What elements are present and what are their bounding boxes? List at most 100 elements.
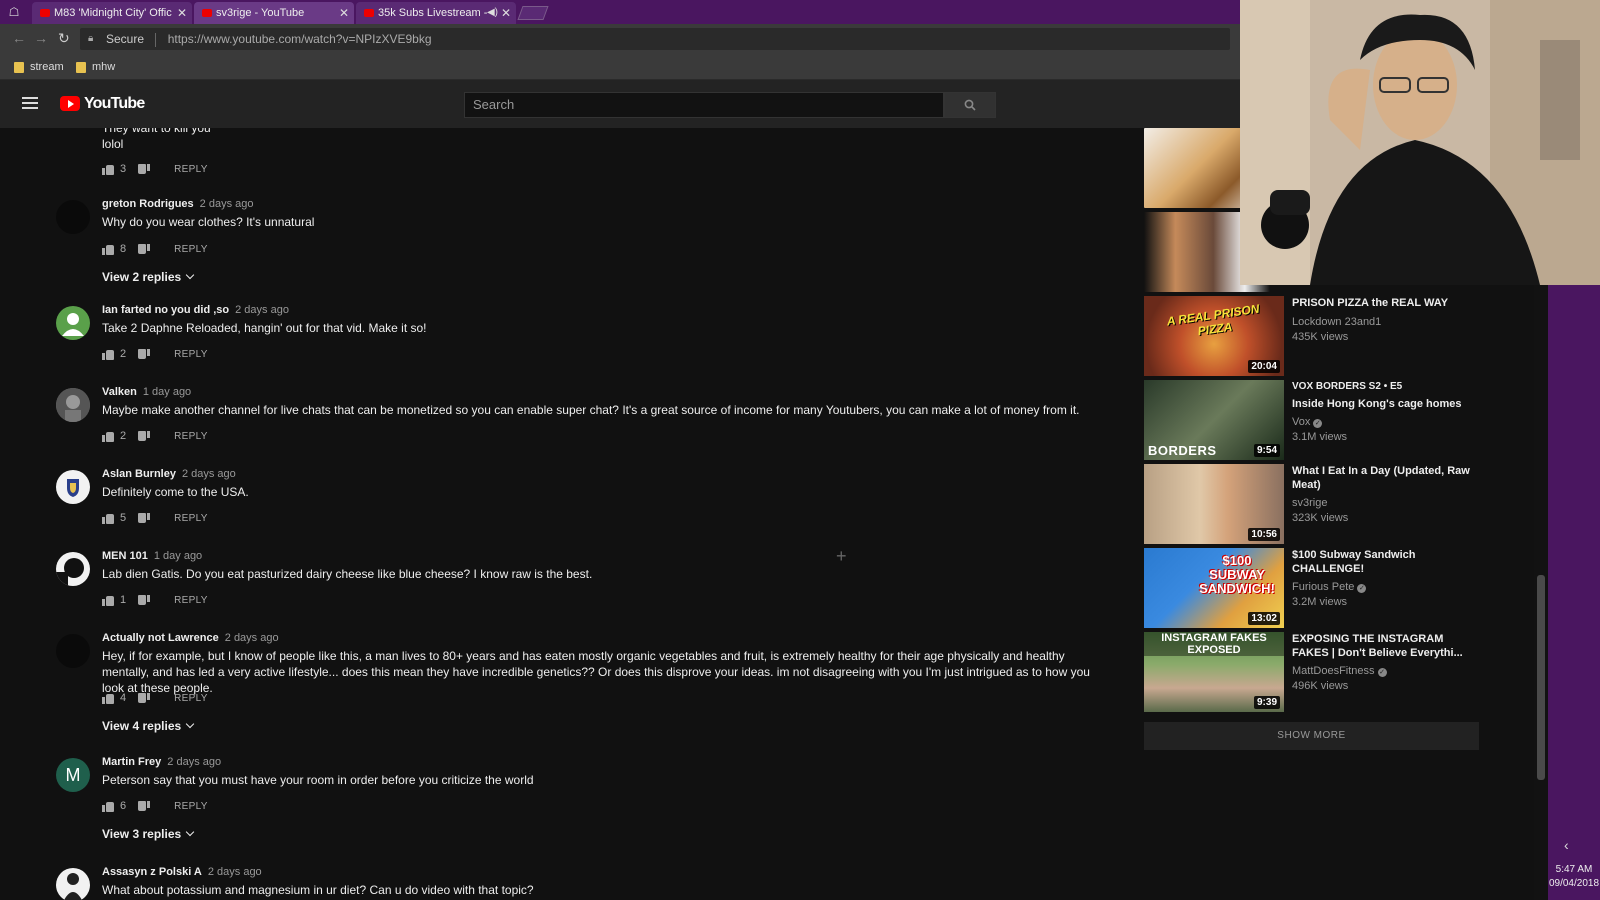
comment-time[interactable]: 2 days ago (167, 756, 221, 768)
comment-text: Definitely come to the USA. (102, 485, 249, 499)
thumbs-down-icon[interactable] (138, 801, 150, 812)
thumbs-up-icon[interactable] (102, 431, 114, 442)
avatar[interactable] (56, 470, 90, 504)
reply-button[interactable]: REPLY (174, 693, 208, 704)
tab-m83[interactable]: M83 'Midnight City' Offic ✕ (32, 2, 192, 24)
clock-date: 09/04/2018 (1548, 878, 1600, 889)
close-tab-icon[interactable]: ✕ (177, 2, 187, 24)
comment-author[interactable]: Valken (102, 386, 137, 398)
comment-author[interactable]: MEN 101 (102, 550, 148, 562)
tab-livestream[interactable]: 35k Subs Livestream - ◀) ✕ (356, 2, 516, 24)
reply-button[interactable]: REPLY (174, 244, 208, 255)
comment-author[interactable]: Actually not Lawrence (102, 632, 219, 644)
scrollbar-thumb[interactable] (1537, 575, 1545, 780)
search-input[interactable]: Search (464, 92, 944, 118)
avatar[interactable] (56, 868, 90, 900)
comment-time[interactable]: 2 days ago (235, 304, 289, 316)
comment-time[interactable]: 1 day ago (143, 386, 191, 398)
system-clock[interactable]: 5:47 AM 09/04/2018 (1548, 863, 1600, 891)
search-button[interactable] (944, 92, 996, 118)
comment-author[interactable]: greton Rodrigues (102, 198, 194, 210)
thumbs-down-icon[interactable] (138, 595, 150, 606)
menu-icon[interactable] (22, 97, 38, 109)
comment-author[interactable]: Aslan Burnley (102, 468, 176, 480)
thumbs-down-icon[interactable] (138, 693, 150, 704)
reply-button[interactable]: REPLY (174, 513, 208, 524)
reply-button[interactable]: REPLY (174, 595, 208, 606)
related-video-item[interactable]: INSTAGRAM FAKES EXPOSED 9:39 EXPOSING TH… (1144, 632, 1544, 712)
chevron-left-icon[interactable]: ‹ (1564, 837, 1569, 853)
comment-author[interactable]: Martin Frey (102, 756, 161, 768)
thumbs-up-icon[interactable] (102, 513, 114, 524)
comment-time[interactable]: 2 days ago (225, 632, 279, 644)
thumbs-down-icon[interactable] (138, 349, 150, 360)
video-thumbnail[interactable]: BORDERS 9:54 (1144, 380, 1284, 460)
video-channel[interactable]: Vox (1292, 416, 1310, 428)
show-more-button[interactable]: SHOW MORE (1144, 722, 1479, 750)
comment-author[interactable]: Ian farted no you did ,so (102, 304, 229, 316)
related-video-item[interactable]: A REAL PRISON PIZZA 20:04 PRISON PIZZA t… (1144, 296, 1544, 376)
reply-button[interactable]: REPLY (174, 801, 208, 812)
avatar[interactable] (56, 306, 90, 340)
thumbs-up-icon[interactable] (102, 801, 114, 812)
tab-sv3rige[interactable]: sv3rige - YouTube ✕ (194, 2, 354, 24)
video-channel-row[interactable]: Furious Pete ✓ (1292, 581, 1367, 593)
video-channel[interactable]: Lockdown 23and1 (1292, 316, 1381, 328)
verified-icon: ✓ (1377, 668, 1387, 677)
avatar[interactable]: M (56, 758, 90, 792)
video-channel-row[interactable]: MattDoesFitness ✓ (1292, 665, 1387, 677)
thumbs-down-icon[interactable] (138, 244, 150, 255)
view-replies-button[interactable]: View 2 replies (102, 270, 195, 284)
avatar[interactable] (56, 388, 90, 422)
forward-arrow-icon[interactable]: → (34, 30, 48, 46)
incognito-icon: ☖ (8, 5, 20, 19)
back-arrow-icon[interactable]: ← (12, 30, 26, 46)
thumbs-up-icon[interactable] (102, 595, 114, 606)
thumbs-up-icon[interactable] (102, 164, 114, 175)
avatar[interactable] (56, 200, 90, 234)
comment-time[interactable]: 2 days ago (182, 468, 236, 480)
thumbs-down-icon[interactable] (138, 431, 150, 442)
video-channel[interactable]: sv3rige (1292, 497, 1327, 509)
thumbs-up-icon[interactable] (102, 349, 114, 360)
bookmark-stream[interactable]: stream (14, 59, 64, 75)
close-tab-icon[interactable]: ✕ (501, 2, 511, 24)
video-title[interactable]: EXPOSING THE INSTAGRAM FAKES | Don't Bel… (1292, 632, 1482, 660)
thumbs-down-icon[interactable] (138, 164, 150, 175)
reply-button[interactable]: REPLY (174, 164, 208, 175)
video-title[interactable]: What I Eat In a Day (Updated, Raw Meat) (1292, 464, 1472, 492)
address-bar[interactable]: 🔒︎ Secure https://www.youtube.com/watch?… (80, 28, 1230, 50)
video-thumbnail[interactable]: INSTAGRAM FAKES EXPOSED 9:39 (1144, 632, 1284, 712)
video-channel[interactable]: MattDoesFitness (1292, 665, 1375, 677)
video-thumbnail[interactable]: $100 SUBWAY SANDWICH! 13:02 (1144, 548, 1284, 628)
view-replies-button[interactable]: View 3 replies (102, 827, 195, 841)
video-title[interactable]: $100 Subway Sandwich CHALLENGE! (1292, 548, 1472, 576)
video-channel[interactable]: Furious Pete (1292, 581, 1354, 593)
reply-button[interactable]: REPLY (174, 349, 208, 360)
new-tab-button[interactable] (517, 6, 549, 20)
related-video-item[interactable]: 10:56 What I Eat In a Day (Updated, Raw … (1144, 464, 1544, 544)
reply-button[interactable]: REPLY (174, 431, 208, 442)
avatar[interactable] (56, 552, 90, 586)
comment-time[interactable]: 1 day ago (154, 550, 202, 562)
avatar[interactable] (56, 634, 90, 668)
video-title[interactable]: PRISON PIZZA the REAL WAY (1292, 296, 1472, 310)
speaker-icon[interactable]: ◀) (487, 2, 498, 24)
bookmark-mhw[interactable]: mhw (76, 59, 115, 75)
related-video-item[interactable]: BORDERS 9:54 VOX BORDERS S2 • E5 Inside … (1144, 380, 1544, 460)
thumbs-up-icon[interactable] (102, 244, 114, 255)
comment-time[interactable]: 2 days ago (200, 198, 254, 210)
video-thumbnail[interactable]: A REAL PRISON PIZZA 20:04 (1144, 296, 1284, 376)
video-thumbnail[interactable]: 10:56 (1144, 464, 1284, 544)
related-video-item[interactable]: $100 SUBWAY SANDWICH! 13:02 $100 Subway … (1144, 548, 1544, 628)
comment-time[interactable]: 2 days ago (208, 866, 262, 878)
page-scrollbar[interactable] (1534, 285, 1548, 900)
close-tab-icon[interactable]: ✕ (339, 2, 349, 24)
video-channel-row[interactable]: Vox ✓ (1292, 416, 1323, 428)
view-replies-button[interactable]: View 4 replies (102, 719, 195, 733)
comment-author[interactable]: Assasyn z Polski A (102, 866, 202, 878)
reload-icon[interactable]: ↻ (58, 30, 70, 47)
thumbs-up-icon[interactable] (102, 693, 114, 704)
thumbs-down-icon[interactable] (138, 513, 150, 524)
video-title[interactable]: Inside Hong Kong's cage homes (1292, 397, 1492, 411)
